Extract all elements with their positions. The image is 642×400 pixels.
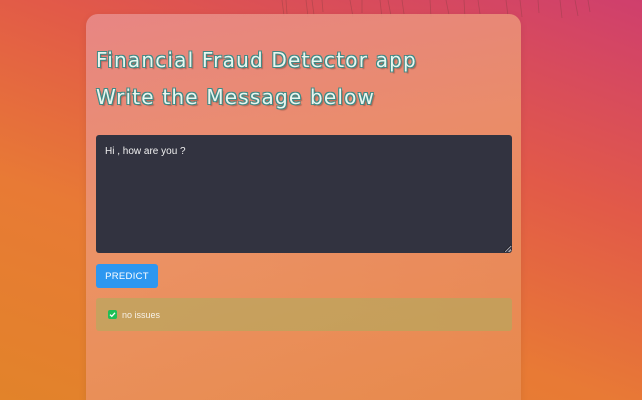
page-title: Financial Fraud Detector app xyxy=(96,48,417,72)
app-card: Financial Fraud Detector app Write the M… xyxy=(86,14,521,400)
page-subtitle: Write the Message below xyxy=(96,85,376,109)
predict-button[interactable]: PREDICT xyxy=(96,264,158,288)
resize-handle-icon[interactable] xyxy=(504,245,511,252)
result-alert: no issues xyxy=(96,298,512,331)
result-text: no issues xyxy=(122,309,161,320)
check-icon xyxy=(108,310,117,319)
message-input[interactable] xyxy=(96,135,512,253)
